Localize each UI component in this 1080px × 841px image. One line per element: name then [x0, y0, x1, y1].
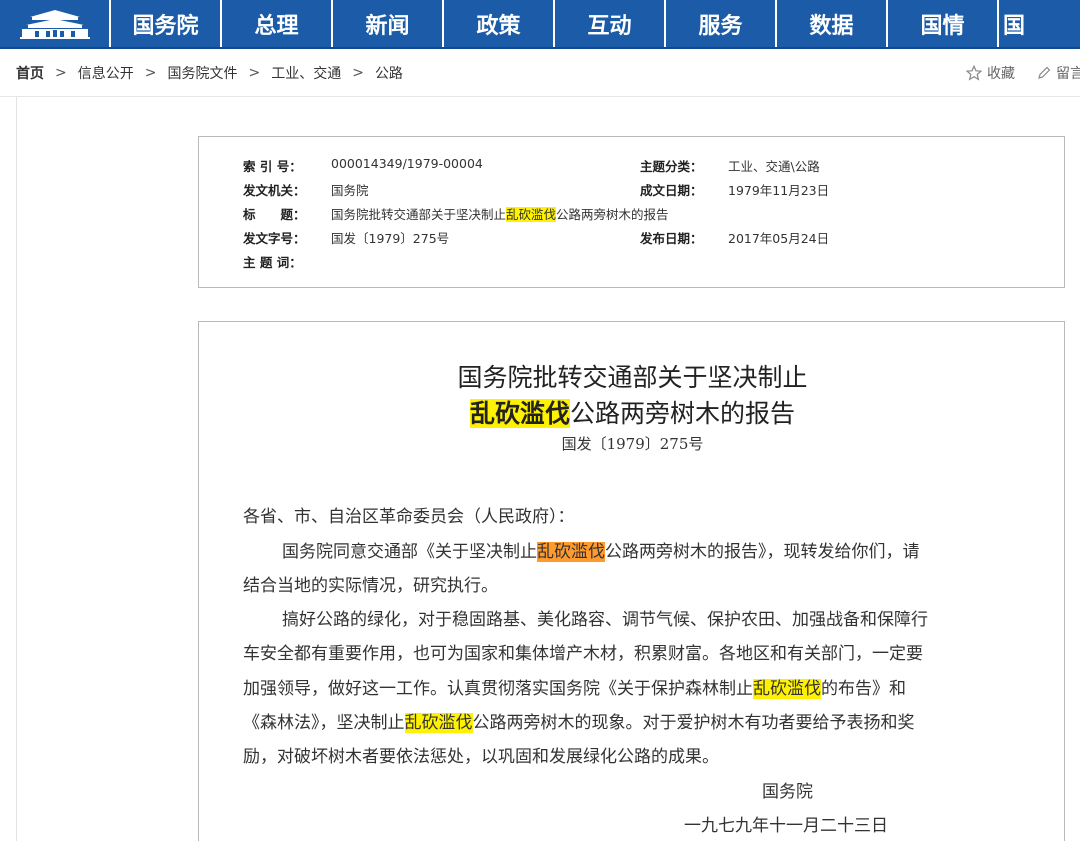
meta-keywords-label: 主 题 词： [243, 255, 302, 270]
nav-item-data[interactable]: 数据 [777, 0, 888, 47]
search-highlight-current: 乱砍滥伐 [537, 542, 605, 562]
search-highlight: 乱砍滥伐 [753, 679, 821, 699]
article-text: 公路两旁树木的报告》，现转发给你们，请 [605, 542, 920, 562]
article-doc-number: 国发〔1979〕275号 [561, 435, 704, 453]
meta-title-label: 标 题： [243, 207, 306, 222]
star-icon [966, 65, 982, 81]
breadcrumb: 首页 > 信息公开 > 国务院文件 > 工业、交通 > 公路 [16, 49, 403, 97]
nav-item-services[interactable]: 服务 [666, 0, 777, 47]
article-text: 《森林法》，坚决制止 [243, 713, 405, 733]
nav-item-truncated[interactable]: 国 [999, 0, 1049, 47]
meta-date-written-value: 1979年11月23日 [728, 183, 830, 198]
breadcrumb-separator: > [55, 65, 67, 81]
breadcrumb-state-council-docs[interactable]: 国务院文件 [167, 63, 237, 83]
search-highlight: 乱砍滥伐 [404, 713, 473, 733]
search-highlight: 乱砍滥伐 [506, 207, 557, 222]
article-signature: 国务院 [762, 782, 813, 802]
article-paragraph-line: 车安全都有重要作用，也可为国家和集体增产木材，积累财富。各地区和有关部门，一定要 [243, 644, 923, 664]
breadcrumb-separator: > [248, 65, 261, 81]
meta-title-value: 国务院批转交通部关于坚决制止乱砍滥伐公路两旁树木的报告 [331, 204, 669, 223]
document-metadata-box: 索 引 号： 000014349/1979-00004 主题分类： 工业、交通\… [198, 136, 1065, 288]
article-paragraph-line: 搞好公路的绿化，对于稳固路基、美化路容、调节气候、保护农田、加强战备和保障行 [282, 610, 928, 630]
pencil-icon [1038, 66, 1051, 79]
nav-item-state-council[interactable]: 国务院 [111, 0, 222, 47]
article-title-text: 公路两旁树木的报告 [570, 399, 796, 428]
article-paragraph-line: 励，对破坏树木者要依法惩处，以巩固和发展绿化公路的成果。 [243, 747, 719, 767]
comment-button[interactable]: 留言 [1037, 63, 1080, 83]
meta-publish-label: 发布日期： [640, 231, 703, 246]
meta-keywords-row: 主 题 词： [243, 252, 331, 271]
article-paragraph-line: 《森林法》，坚决制止乱砍滥伐公路两旁树木的现象。对于爱护树木有功者要给予表扬和奖 [243, 708, 915, 733]
breadcrumb-home[interactable]: 首页 [16, 63, 44, 83]
favorite-label: 收藏 [987, 66, 1015, 82]
breadcrumb-bar: 首页 > 信息公开 > 国务院文件 > 工业、交通 > 公路 收藏 留言 [0, 49, 1080, 97]
breadcrumb-separator: > [144, 65, 157, 81]
article-text: 公路两旁树木的现象。对于爱护树木有功者要给予表扬和奖 [472, 713, 915, 733]
meta-issuer-value: 国务院 [331, 183, 369, 198]
meta-topic-row: 主题分类： 工业、交通\公路 [640, 156, 820, 175]
nav-item-policies[interactable]: 政策 [444, 0, 555, 47]
search-highlight: 乱砍滥伐 [469, 399, 570, 428]
meta-publish-row: 发布日期： 2017年05月24日 [640, 228, 829, 247]
site-logo[interactable] [0, 0, 111, 47]
page-tools: 收藏 留言 [966, 49, 1080, 97]
meta-docno-value: 国发〔1979〕275号 [331, 231, 450, 246]
meta-index-value: 000014349/1979-00004 [331, 156, 483, 171]
nav-item-national-profile[interactable]: 国情 [888, 0, 999, 47]
meta-index-label: 索 引 号： [243, 159, 302, 174]
meta-title-row: 标 题： 国务院批转交通部关于坚决制止乱砍滥伐公路两旁树木的报告 [243, 204, 669, 223]
meta-title-text: 公路两旁树木的报告 [556, 207, 669, 222]
meta-date-written-row: 成文日期： 1979年11月23日 [640, 180, 829, 199]
article-paragraph-line: 结合当地的实际情况，研究执行。 [243, 576, 498, 596]
breadcrumb-separator: > [352, 65, 364, 81]
meta-date-written-label: 成文日期： [640, 183, 703, 198]
article-title-line1: 国务院批转交通部关于坚决制止 [457, 363, 808, 392]
meta-topic-value: 工业、交通\公路 [728, 159, 820, 174]
meta-issuer-label: 发文机关： [243, 183, 306, 198]
meta-issuer-row: 发文机关： 国务院 [243, 180, 369, 199]
article-box: 国务院批转交通部关于坚决制止 乱砍滥伐公路两旁树木的报告 国发〔1979〕275… [198, 321, 1065, 841]
nav-item-premier[interactable]: 总理 [222, 0, 333, 47]
article-paragraph-line: 国务院同意交通部《关于坚决制止乱砍滥伐公路两旁树木的报告》，现转发给你们，请 [282, 537, 920, 562]
article-salutation: 各省、市、自治区革命委员会（人民政府）： [243, 507, 575, 527]
article-sign-date: 一九七九年十一月二十三日 [684, 816, 888, 836]
meta-publish-value: 2017年05月24日 [728, 231, 830, 246]
meta-topic-label: 主题分类： [640, 159, 703, 174]
breadcrumb-industry-transport[interactable]: 工业、交通 [271, 63, 341, 83]
article-text: 的布告》和 [821, 679, 906, 699]
meta-docno-label: 发文字号： [243, 231, 306, 246]
article-text: 加强领导，做好这一工作。认真贯彻落实国务院《关于保护森林制止 [243, 679, 753, 699]
meta-docno-row: 发文字号： 国发〔1979〕275号 [243, 228, 449, 247]
breadcrumb-highway[interactable]: 公路 [375, 63, 403, 83]
favorite-button[interactable]: 收藏 [966, 63, 1015, 83]
meta-index-row: 索 引 号： 000014349/1979-00004 [243, 156, 483, 175]
article-text: 国务院同意交通部《关于坚决制止 [282, 542, 537, 562]
meta-title-text: 国务院批转交通部关于坚决制止 [331, 207, 507, 222]
tiananmen-gate-logo-icon [19, 9, 90, 39]
article-title-line2: 乱砍滥伐公路两旁树木的报告 [199, 394, 1066, 430]
nav-item-interaction[interactable]: 互动 [555, 0, 666, 47]
article-paragraph-line: 加强领导，做好这一工作。认真贯彻落实国务院《关于保护森林制止乱砍滥伐的布告》和 [243, 674, 906, 699]
breadcrumb-info-disclosure[interactable]: 信息公开 [78, 63, 134, 83]
nav-item-news[interactable]: 新闻 [333, 0, 444, 47]
top-nav-bar: 国务院 总理 新闻 政策 互动 服务 数据 国情 国 [0, 0, 1080, 49]
comment-label: 留言 [1056, 66, 1080, 82]
